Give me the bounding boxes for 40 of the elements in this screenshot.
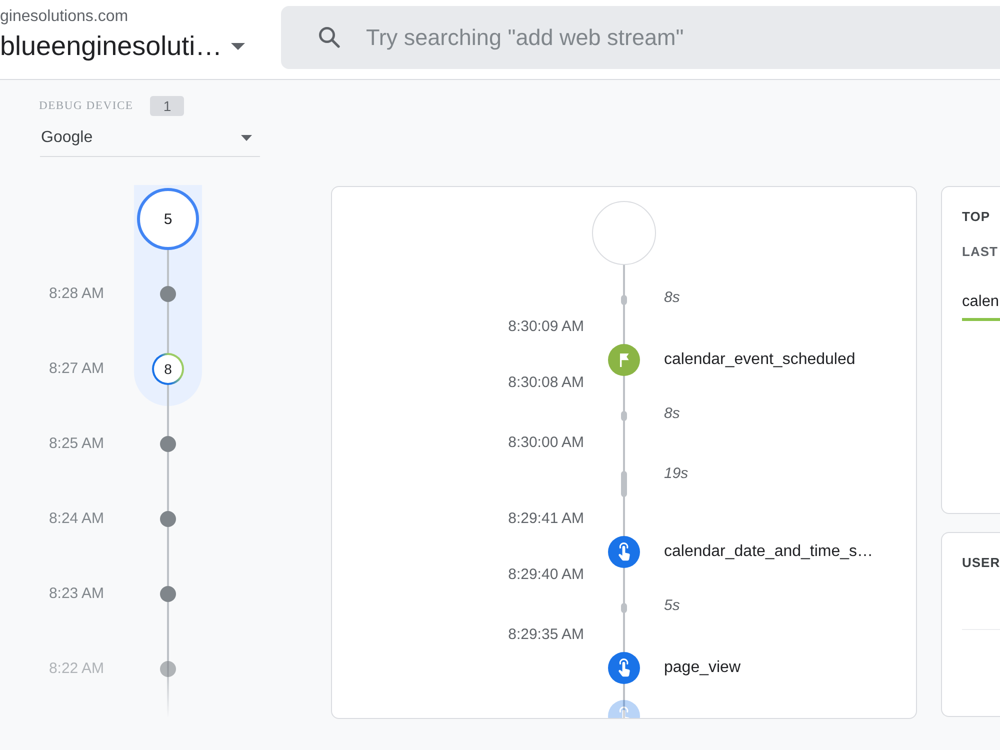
gap-duration: 5s [664,598,681,614]
minute-time: 8:28 AM [48,284,104,304]
timestamp: 8:29:35 AM [507,625,584,645]
minute-time: 8:25 AM [48,434,104,454]
search-icon [318,26,340,48]
timestamp: 8:30:09 AM [507,317,584,337]
minute-time: 8:24 AM [48,508,104,528]
pointing-hand-icon[interactable] [608,652,640,684]
event-name[interactable]: page_view [664,652,916,684]
minute-time: 8:27 AM [48,358,104,378]
minute-dot-icon[interactable] [160,510,176,526]
minute-dot-icon[interactable] [160,660,176,676]
property-picker[interactable]: blueenginesoluti… [0,29,246,63]
minute-time: 8:22 AM [48,658,104,678]
account-name: ginesolutions.com [0,7,128,27]
card-subtitle: LAST [962,244,999,260]
pointing-hand-icon[interactable] [608,536,640,568]
minute-dot-icon[interactable] [160,436,176,452]
flag-icon[interactable] [608,344,640,376]
gap-duration: 8s [664,406,681,422]
card-title: TOP [962,209,991,225]
tab[interactable]: calen [962,292,1000,321]
pointing-hand-icon[interactable] [608,700,640,718]
debug-device-label: DEBUG DEVICE [39,100,134,112]
search-field[interactable]: Try searching "add web stream" [281,6,1000,69]
event-name[interactable]: calendar_date_and_time_s… [664,536,916,568]
timestamp: 8:29:40 AM [507,565,584,585]
gap-duration: 8s [664,290,681,306]
caret-icon [231,42,246,50]
device-count-badge: 1 [150,96,184,116]
minute-time: 8:23 AM [48,584,104,604]
device-select[interactable]: Google [40,119,260,157]
timestamp: 8:30:08 AM [507,373,584,393]
caret-icon [241,134,252,140]
card-title: USER [962,555,1000,571]
minute-dot-icon[interactable] [160,586,176,602]
timestamp: 8:30:00 AM [507,433,584,453]
gap-duration: 19s [664,466,690,482]
timestamp: 8:29:41 AM [507,509,584,529]
event-name[interactable]: calendar_event_scheduled [664,344,916,376]
